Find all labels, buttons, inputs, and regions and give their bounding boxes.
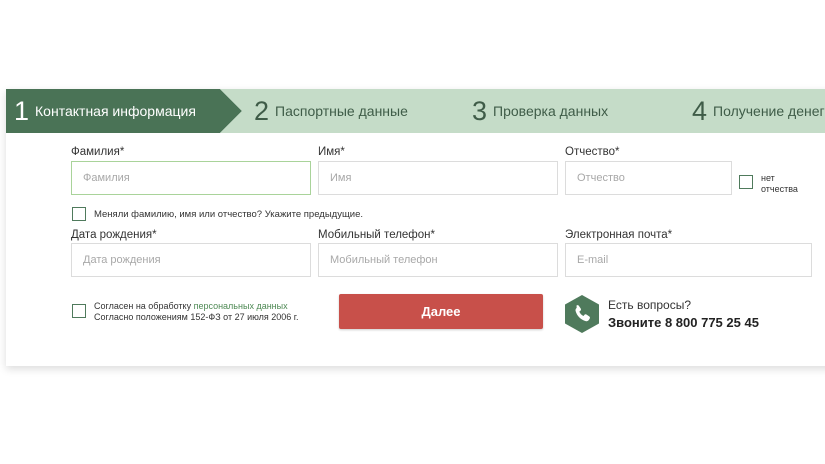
step-label: Проверка данных (493, 103, 609, 119)
step-number: 3 (472, 96, 488, 126)
changed-name-checkbox[interactable] (72, 207, 86, 221)
application-form-card: 1 Контактная информация 2 Паспортные дан… (6, 89, 825, 366)
patronymic-input[interactable] (565, 161, 732, 195)
hotline-phone[interactable]: Звоните 8 800 775 25 45 (608, 315, 759, 330)
step-label: Получение денег (713, 103, 825, 119)
consent-checkbox[interactable] (72, 304, 86, 318)
changed-name-label: Меняли фамилию, имя или отчество? Укажит… (94, 209, 363, 220)
no-patronymic-checkbox[interactable] (739, 175, 753, 189)
no-patronymic-label-line1: нет (761, 173, 775, 183)
step-progress-bar: 1 Контактная информация 2 Паспортные дан… (6, 89, 825, 133)
step-number: 1 (14, 96, 30, 126)
consent-law-text: Согласно положениям 152-ФЗ от 27 июля 20… (94, 312, 299, 322)
phone-icon (565, 295, 599, 333)
step-label: Паспортные данные (275, 103, 408, 119)
questions-text: Есть вопросы? (608, 298, 692, 312)
consent-prefix: Согласен на обработку (94, 301, 194, 311)
step-get-money[interactable]: 4 Получение денег (692, 89, 825, 133)
step-number: 2 (254, 96, 270, 126)
patronymic-label: Отчество* (565, 146, 620, 158)
email-input[interactable] (565, 243, 812, 277)
name-label: Имя* (318, 146, 345, 158)
personal-data-link[interactable]: персональных данных (194, 301, 288, 311)
surname-label: Фамилия* (71, 146, 125, 158)
step-label: Контактная информация (35, 103, 196, 119)
birthdate-input[interactable] (71, 243, 311, 277)
surname-input[interactable] (71, 161, 311, 195)
step-passport-data[interactable]: 2 Паспортные данные (254, 89, 408, 133)
next-button[interactable]: Далее (339, 294, 543, 329)
phone-label: Мобильный телефон* (318, 229, 435, 241)
name-input[interactable] (318, 161, 558, 195)
step-data-check[interactable]: 3 Проверка данных (472, 89, 608, 133)
step-number: 4 (692, 96, 708, 126)
birthdate-label: Дата рождения* (71, 229, 157, 241)
email-label: Электронная почта* (565, 229, 673, 241)
step-contact-info[interactable]: 1 Контактная информация (14, 89, 196, 133)
no-patronymic-label-line2: отчества (761, 184, 798, 194)
phone-input[interactable] (318, 243, 558, 277)
consent-text: Согласен на обработку персональных данны… (94, 301, 288, 312)
